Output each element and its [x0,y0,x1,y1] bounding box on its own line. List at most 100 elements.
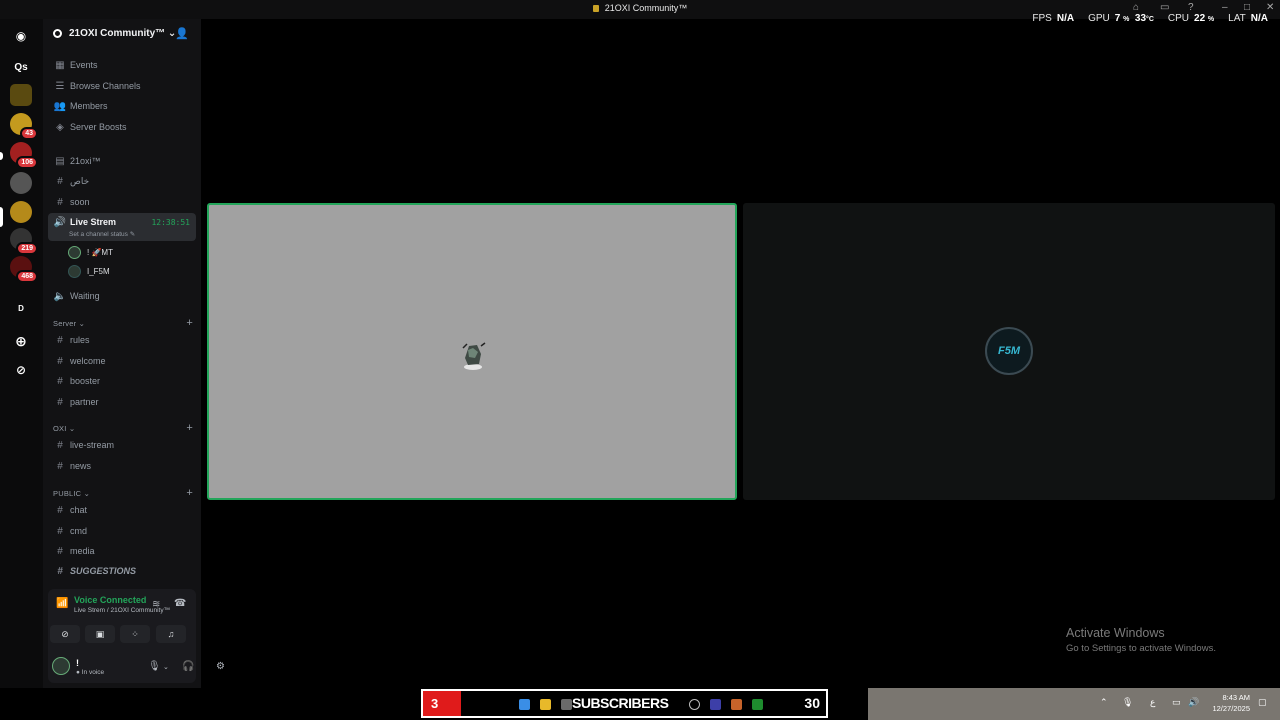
user-status: ● In voice [76,669,105,676]
nav-server-boosts[interactable]: ◈ Server Boosts [48,118,196,136]
screen-icon[interactable]: ▭ [1160,2,1169,13]
minimize-button[interactable]: – [1222,2,1228,13]
voice-channel-waiting[interactable]: 🔈 Waiting [48,287,196,305]
tray-mic-icon[interactable]: 🎙 [1122,697,1133,708]
file-explorer-icon[interactable] [540,699,551,710]
discord-home-icon[interactable]: ◉ [10,25,32,47]
microphone-icon[interactable]: 🎙 [148,661,161,672]
start-icon[interactable] [519,699,530,710]
discord-taskbar-icon[interactable] [710,699,721,710]
maximize-button[interactable]: □ [1244,2,1250,13]
server-icon-4[interactable] [10,172,32,194]
hash-icon: # [57,175,63,187]
voice-user[interactable]: I_F5M [68,263,110,279]
xbox-icon[interactable] [752,699,763,710]
camera-off-button[interactable]: ⊘ [50,625,80,643]
hash-icon: # [57,504,63,516]
nav-members[interactable]: 👥 Members [48,97,196,115]
subs-left-count: 3 [423,691,461,716]
boost-icon: ◈ [56,121,64,133]
nav-browse-channels[interactable]: ☰ Browse Channels [48,77,196,95]
signal-icon[interactable]: 📶 [56,598,68,609]
category-oxi[interactable]: OXI ⌄ + [53,422,193,434]
app-icon[interactable] [731,699,742,710]
category-public[interactable]: PUBLIC ⌄ + [53,487,193,499]
server-icon-1[interactable] [10,84,32,106]
settings-gear-icon[interactable]: ⚙ [216,661,225,672]
volume-icon[interactable]: 🔊 [1188,697,1199,708]
close-button[interactable]: ✕ [1266,2,1274,13]
activities-button[interactable]: ⁘ [120,625,150,643]
add-channel-icon[interactable]: + [186,487,193,499]
tray-chevron-icon[interactable]: ⌃ [1100,697,1108,708]
add-server-icon[interactable]: ⊕ [10,330,32,352]
activate-windows-watermark: Activate Windows Go to Settings to activ… [1066,626,1216,654]
channel-cmd[interactable]: # cmd [48,522,196,540]
hash-icon: # [57,355,63,367]
notification-icon[interactable]: ▢ [1258,697,1267,708]
calendar-icon: ▦ [55,59,65,71]
video-tile[interactable]: F5M [743,203,1275,500]
channel-chat[interactable]: # chat [48,501,196,519]
video-tile-speaking[interactable] [207,203,737,500]
server-icon-3[interactable]: 106 [10,142,38,169]
screen-share-button[interactable]: ▣ [85,625,115,643]
performance-overlay: FPS N/A GPU 7 % 33°C CPU 22 % LAT N/A [1032,13,1268,24]
hash-icon: # [57,396,63,408]
system-clock[interactable]: 8:43 AM 12/27/2025 [1212,692,1250,714]
guild-icon [53,29,62,38]
hash-icon: # [57,460,63,472]
noise-suppression-icon[interactable]: ≋ [152,599,160,610]
subs-right-count: 30 [804,695,820,711]
invite-people-icon[interactable]: 👤 [175,27,189,40]
app-icon[interactable] [561,699,572,710]
channel-sidebar: 21OXI Community™ ⌄ 👤 ▦ Events ☰ Browse Cha… [43,19,225,688]
voice-channel-live-strem[interactable]: 🔊 Live Strem 12:38:51 Set a channel stat… [48,213,196,241]
add-channel-icon[interactable]: + [186,422,193,434]
inbox-icon[interactable]: ⌂ [1133,2,1139,13]
tray-language-icon[interactable]: ع [1150,697,1155,708]
server-icon-6[interactable]: 219 [10,228,38,255]
channel-rules[interactable]: # rules [48,331,196,349]
nav-events[interactable]: ▦ Events [48,56,196,74]
category-server[interactable]: Server ⌄ + [53,317,193,329]
channel-suggestions[interactable]: # SUGGESTIONS [48,562,196,580]
channel-soon[interactable]: # soon [48,193,196,211]
explore-icon[interactable]: ⊘ [10,359,32,381]
server-icon-2[interactable]: 43 [10,113,38,140]
headphones-icon[interactable]: 🎧 [182,661,194,672]
help-icon[interactable]: ? [1188,2,1194,13]
add-channel-icon[interactable]: + [186,317,193,329]
user-avatar-logo: F5M [985,327,1033,375]
channel-partner[interactable]: # partner [48,393,196,411]
app-icon [592,5,599,12]
user-panel: ! ● In voice 🎙 ⌄ 🎧 ⚙ [48,653,225,683]
disconnect-icon[interactable]: ☎ [174,598,186,609]
channel-welcome[interactable]: # welcome [48,352,196,370]
server-rail: ◉ Qs 43 106 219 468 D ⊕ ⊘ [0,19,43,688]
guild-header[interactable]: 21OXI Community™ ⌄ 👤 [43,19,201,49]
network-icon[interactable]: ▭ [1172,697,1181,708]
rules-icon: ▤ [55,155,65,167]
channel-21oxi[interactable]: ▤ 21oxi™ [48,152,196,170]
browse-icon: ☰ [55,80,65,92]
chevron-down-icon[interactable]: ⌄ [163,663,169,671]
channel-news[interactable]: # news [48,457,196,475]
voice-status: Voice Connected [74,595,147,605]
hash-icon: # [57,545,63,557]
soundboard-button[interactable]: ♫ [156,625,186,643]
voice-timer: 12:38:51 [151,218,190,227]
channel-booster[interactable]: # booster [48,372,196,390]
server-qs[interactable]: Qs [10,56,32,78]
gpu-readout: GPU 7 % 33°C [1088,13,1154,24]
channel-live-stream[interactable]: # live-stream [48,436,196,454]
server-folder[interactable]: D [10,297,32,319]
user-avatar[interactable] [52,657,70,675]
channel-khas[interactable]: # خاص [48,172,196,190]
voice-user[interactable]: ! 🚀MT [68,244,113,260]
server-icon-7[interactable]: 468 [10,256,38,283]
server-icon-5[interactable] [10,201,32,223]
channel-status[interactable]: Set a channel status ✎ [69,230,135,238]
channel-media[interactable]: # media [48,542,196,560]
steam-icon[interactable] [689,699,700,710]
